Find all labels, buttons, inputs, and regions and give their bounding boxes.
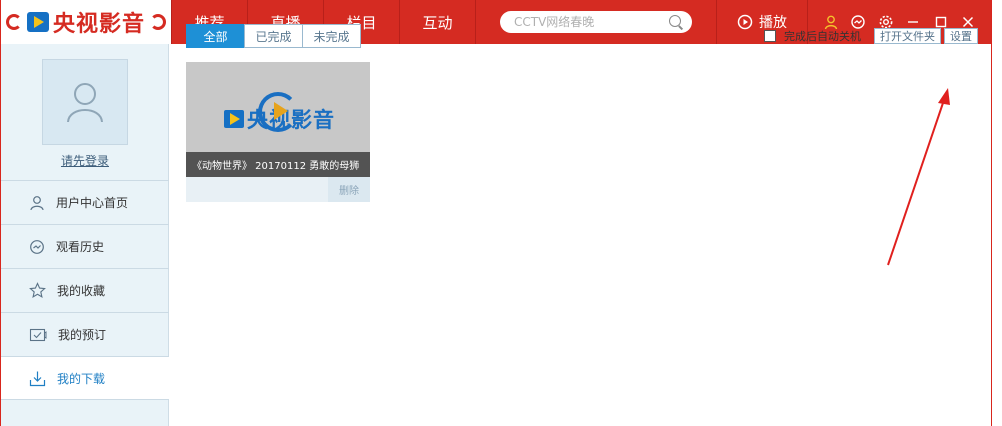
- sidebar-item-favorites[interactable]: 我的收藏: [1, 268, 169, 312]
- card-footer: 删除: [186, 177, 370, 202]
- sidebar-item-label: 我的收藏: [57, 284, 106, 298]
- video-thumbnail[interactable]: 央视影音 《动物世界》 20170112 勇敢的母狮: [186, 62, 370, 177]
- open-folder-button[interactable]: 打开文件夹: [874, 28, 941, 44]
- sidebar-item-label: 我的预订: [58, 328, 107, 342]
- logo-scroll-right-icon: [150, 14, 166, 30]
- logo-text: 央视影音: [52, 12, 145, 37]
- sidebar-item-user-center[interactable]: 用户中心首页: [1, 180, 169, 224]
- search-icon[interactable]: [668, 14, 684, 30]
- logo-mark-icon: [224, 110, 244, 128]
- sidebar-item-history[interactable]: 观看历史: [1, 224, 169, 268]
- search-box: [500, 11, 692, 33]
- history-icon: [30, 239, 44, 254]
- logo-scroll-left-icon: [6, 14, 22, 30]
- reservation-icon: [29, 328, 47, 341]
- download-filter-tabs: 全部 已完成 未完成: [186, 24, 361, 48]
- sidebar-item-label: 用户中心首页: [56, 196, 129, 210]
- auto-shutdown-checkbox[interactable]: [764, 30, 776, 42]
- sidebar-item-downloads[interactable]: 我的下载: [1, 356, 169, 400]
- settings-button[interactable]: 设置: [944, 28, 978, 44]
- app-logo[interactable]: 央视影音: [1, 0, 172, 44]
- app-window: 央视影音 推荐 直播 栏目 互动 播放: [0, 0, 992, 426]
- tab-incomplete[interactable]: 未完成: [302, 24, 361, 48]
- video-title: 《动物世界》 20170112 勇敢的母狮: [186, 152, 370, 177]
- user-icon: [30, 195, 44, 210]
- delete-button[interactable]: 删除: [328, 177, 370, 202]
- search-input[interactable]: [512, 14, 668, 30]
- download-item-card[interactable]: 央视影音 《动物世界》 20170112 勇敢的母狮 删除: [186, 62, 370, 226]
- thumbnail-logo-text: 央视影音: [247, 108, 335, 132]
- nav-interactive[interactable]: 互动: [400, 0, 476, 44]
- search-area: [476, 0, 717, 44]
- download-icon: [29, 371, 46, 386]
- play-circle-icon: [737, 14, 753, 30]
- play-triangle-icon: [274, 102, 288, 120]
- avatar-placeholder-icon: [67, 83, 103, 123]
- sidebar-item-label: 观看历史: [56, 240, 105, 254]
- sidebar-item-label: 我的下载: [57, 371, 106, 386]
- star-icon: [29, 282, 46, 299]
- tab-all[interactable]: 全部: [186, 24, 245, 48]
- tab-completed[interactable]: 已完成: [244, 24, 303, 48]
- sidebar: 请先登录 用户中心首页 观看历史 我的收藏 我的预订 我的下载: [1, 44, 169, 426]
- auto-shutdown-label: 完成后自动关机: [784, 30, 861, 43]
- logo-mark-icon: [26, 12, 49, 32]
- login-link[interactable]: 请先登录: [1, 152, 169, 169]
- sidebar-menu: 用户中心首页 观看历史 我的收藏 我的预订 我的下载: [1, 180, 169, 400]
- download-tools: 完成后自动关机 打开文件夹 设置: [764, 28, 978, 44]
- avatar[interactable]: [42, 59, 128, 145]
- sidebar-item-reservations[interactable]: 我的预订: [1, 312, 169, 356]
